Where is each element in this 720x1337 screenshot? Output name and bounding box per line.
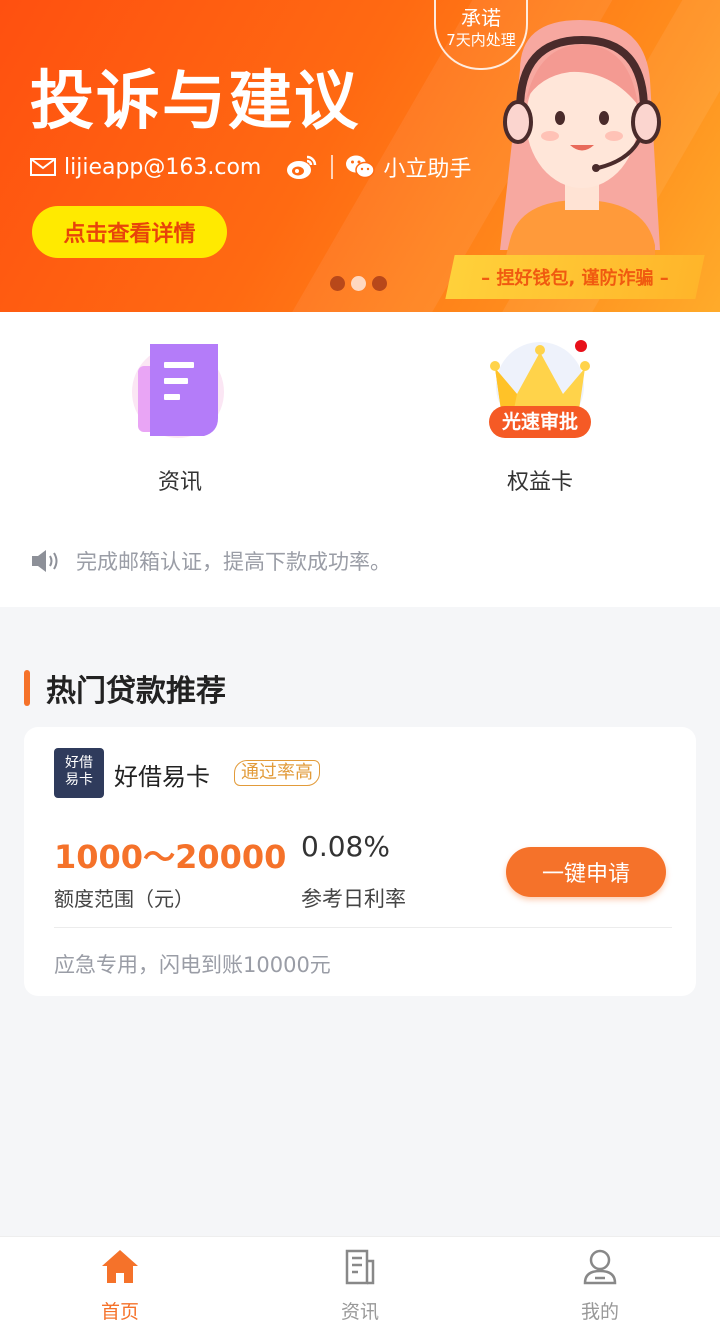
- view-details-button[interactable]: 点击查看详情: [32, 206, 227, 258]
- fast-approval-badge: 光速审批: [501, 411, 578, 433]
- entry-news-label: 资讯: [157, 470, 202, 495]
- bottom-tab-bar: 首页 资讯 我的: [0, 1236, 720, 1337]
- news-icon: [345, 1249, 375, 1285]
- user-icon: [583, 1249, 617, 1285]
- entry-benefit-card[interactable]: 光速审批 权益卡: [440, 340, 640, 496]
- loan-card[interactable]: 好借 易卡 好借易卡 通过率高 1000～20000 额度范围（元） 0.08%…: [24, 727, 696, 996]
- product-logo: 好借 易卡: [54, 748, 104, 798]
- contact-wechat: 小立助手: [383, 157, 472, 182]
- carousel-dot[interactable]: [330, 276, 345, 291]
- tab-home[interactable]: 首页: [60, 1247, 180, 1324]
- wechat-icon: [346, 155, 376, 179]
- tab-mine[interactable]: 我的: [540, 1247, 660, 1324]
- promise-line-1: 承诺: [461, 6, 501, 30]
- product-name: 好借易卡: [114, 763, 210, 791]
- notice-text: 完成邮箱认证，提高下款成功率。: [76, 550, 391, 574]
- banner-contact-row: lijieapp@163.com 小立助手: [30, 150, 471, 184]
- section-title: 热门贷款推荐: [24, 668, 226, 709]
- carousel-dot[interactable]: [372, 276, 387, 291]
- contact-email: lijieapp@163.com: [64, 154, 262, 180]
- logo-text-1: 好借: [65, 755, 93, 771]
- home-icon: [102, 1250, 138, 1283]
- document-icon: [130, 340, 230, 440]
- logo-text-2: 易卡: [65, 772, 93, 788]
- product-description: 应急专用，闪电到账10000元: [54, 953, 331, 977]
- section-accent-bar: [24, 670, 30, 706]
- carousel-indicator: [330, 276, 387, 291]
- tab-home-label: 首页: [100, 1301, 139, 1323]
- daily-rate-label: 参考日利率: [301, 887, 406, 911]
- banner-title: 投诉与建议: [30, 65, 360, 139]
- notice-bar[interactable]: 完成邮箱认证，提高下款成功率。: [30, 546, 391, 576]
- apply-button[interactable]: 一键申请: [506, 847, 666, 897]
- anti-fraud-text: – 捏好钱包, 谨防诈骗 –: [481, 268, 669, 289]
- tab-news[interactable]: 资讯: [300, 1247, 420, 1324]
- card-divider: [54, 927, 672, 928]
- entry-news[interactable]: 资讯: [80, 340, 280, 496]
- daily-rate: 0.08%: [301, 830, 390, 863]
- promo-banner[interactable]: 投诉与建议 lijieapp@163.com 小立助手 点击查看详情 承诺 7天…: [0, 0, 720, 312]
- contact-separator: [331, 155, 334, 179]
- quick-entries: 资讯 光速审批 权益卡 完成邮箱认证，提高下款成功率。: [0, 312, 720, 607]
- tab-news-label: 资讯: [340, 1301, 379, 1323]
- promise-line-2: 7天内处理: [446, 31, 516, 49]
- pass-rate-tag: 通过率高: [234, 760, 320, 786]
- anti-fraud-ribbon: – 捏好钱包, 谨防诈骗 –: [445, 255, 705, 299]
- red-dot-badge: [575, 340, 587, 352]
- crown-icon: 光速审批: [489, 340, 591, 440]
- amount-range-label: 额度范围（元）: [54, 887, 194, 911]
- amount-range: 1000～20000: [54, 838, 287, 876]
- carousel-dot-active[interactable]: [351, 276, 366, 291]
- section-title-text: 热门贷款推荐: [46, 674, 226, 709]
- mail-icon: [30, 158, 56, 176]
- entry-benefit-label: 权益卡: [506, 470, 573, 495]
- speaker-icon: [32, 550, 58, 572]
- weibo-icon: [287, 155, 317, 179]
- tab-mine-label: 我的: [580, 1301, 619, 1323]
